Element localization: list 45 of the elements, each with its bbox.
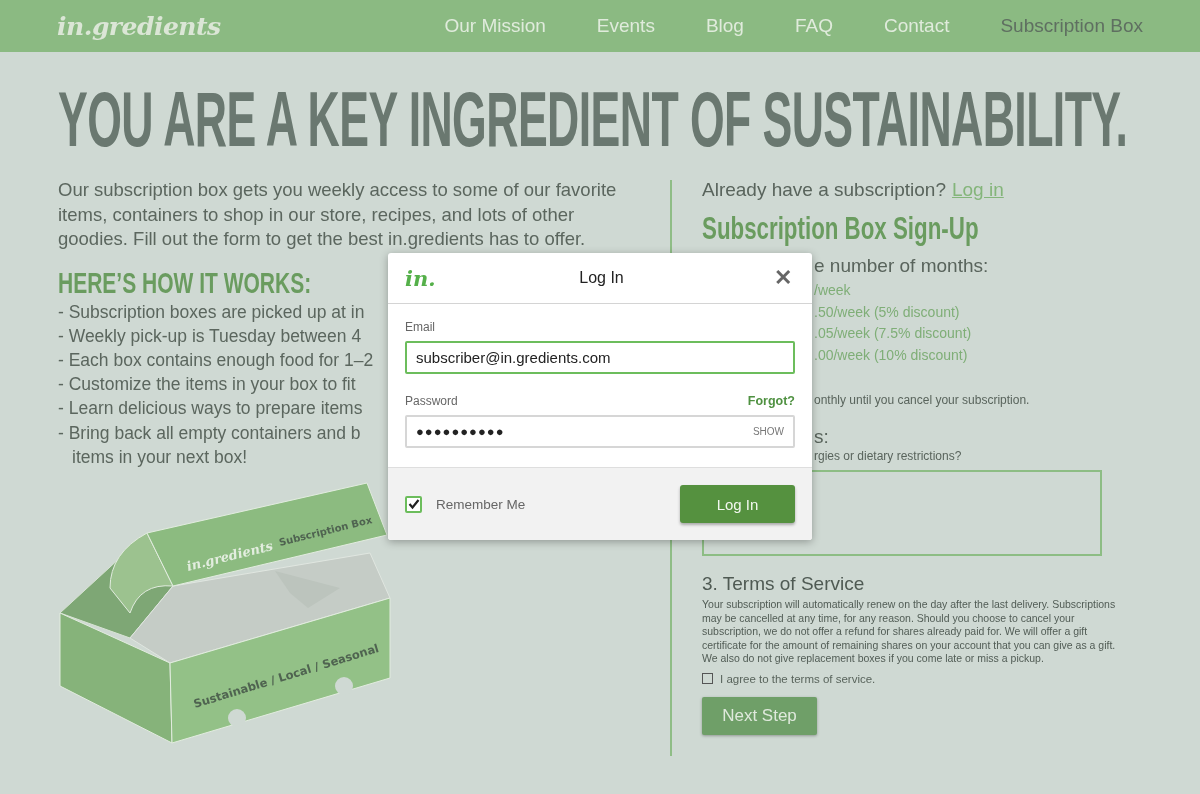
list-item: - Bring back all empty containers and b xyxy=(58,421,361,445)
terms-label: I agree to the terms of service. xyxy=(720,672,876,685)
list-item: items in your next box! xyxy=(71,445,248,469)
allergy-question: rgies or dietary restrictions? xyxy=(814,448,962,464)
headline: YOU ARE A KEY INGREDIENT OF SUSTAINABILITY. xyxy=(58,74,1128,158)
email-field[interactable]: subscriber@in.gredients.com xyxy=(405,341,795,374)
forgot-link[interactable]: Forgot? xyxy=(747,394,795,408)
password-label: Password xyxy=(405,394,458,408)
intro-paragraph: Our subscription box gets you weekly access to some of our favorite items, containers to shop in our store, recipes, and lots of other goodies. Fill out the form to get the best in.gredients has to offer. xyxy=(58,178,618,251)
dialog-logo: in. xyxy=(405,265,435,291)
list-item: - Customize the items in your box to fit xyxy=(58,373,356,397)
site-logo[interactable]: in.gredients xyxy=(57,11,221,41)
nav-link[interactable]: Blog xyxy=(705,15,744,37)
plan-option[interactable]: .50/week (5% discount) xyxy=(814,301,960,323)
close-button[interactable]: ✕ xyxy=(768,266,798,290)
renewal-note: onthly until you cancel your subscription. xyxy=(814,392,1030,408)
nav-link[interactable]: Subscription Box xyxy=(1000,15,1143,37)
nav-link[interactable]: Contact xyxy=(883,15,950,37)
nav-link[interactable]: Our Mission xyxy=(444,15,546,37)
nav-link[interactable]: Events xyxy=(596,15,655,37)
nav-link[interactable]: FAQ xyxy=(794,15,833,37)
list-item: - Subscription boxes are picked up at in xyxy=(58,300,365,324)
remember-checkbox[interactable] xyxy=(405,495,422,513)
login-prompt: Already have a subscription? xyxy=(702,178,946,202)
remember-label: Remember Me xyxy=(436,496,526,512)
list-item: - Each box contains enough food for 1–2 xyxy=(58,348,374,372)
terms-heading: 3. Terms of Service xyxy=(702,572,866,596)
login-button[interactable]: Log In xyxy=(680,485,795,523)
next-step-button[interactable]: Next Step xyxy=(702,696,817,735)
step-heading: s: xyxy=(814,426,829,448)
list-item: - Weekly pick-up is Tuesday between 4 xyxy=(58,324,362,348)
terms-checkbox[interactable] xyxy=(702,673,713,685)
form-title: Subscription Box Sign-Up xyxy=(702,212,979,246)
section-heading: HERE’S HOW IT WORKS: xyxy=(58,265,312,300)
list-item: - Learn delicious ways to prepare items xyxy=(58,397,363,421)
email-label: Email xyxy=(405,320,436,334)
plan-option[interactable]: /week xyxy=(814,280,851,302)
login-link[interactable]: Log in xyxy=(952,178,1004,202)
dialog-title: Log In xyxy=(579,269,624,287)
step-heading: e number of months: xyxy=(814,254,989,278)
plan-option[interactable]: .00/week (10% discount) xyxy=(814,344,968,366)
plan-option[interactable]: .05/week (7.5% discount) xyxy=(814,323,972,345)
password-field[interactable]: ●●●●●●●●●● SHOW xyxy=(405,415,795,448)
terms-paragraph: Your subscription will automatically renew on the day after the last delivery. Subscriptions may be cancelled at any time, for any reason. Should you choose to cancel your subscription, we do not offer a refund for shares already paid for. We will offer a gift certificate for the amount of remaining shares on your account that you can give as a gift. We also do not give replacement boxes if you come late or miss a pickup. xyxy=(702,598,1117,666)
show-password-button[interactable]: SHOW xyxy=(752,426,784,437)
